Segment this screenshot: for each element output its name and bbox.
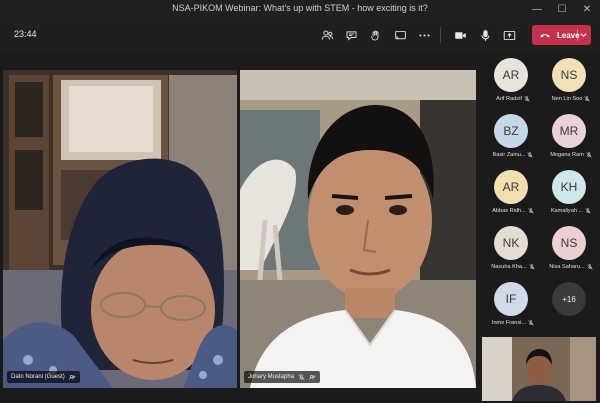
guest-icon — [69, 374, 75, 380]
muted-mic-icon — [528, 208, 534, 214]
camera-toggle-button[interactable] — [451, 26, 469, 44]
muted-mic-icon — [586, 152, 592, 158]
chat-icon — [346, 30, 356, 41]
muted-mic-icon — [585, 208, 591, 214]
participant-tile[interactable]: AR Abbas Ridh... — [484, 168, 542, 224]
participant-name: Dato Norani (Guest) — [11, 374, 65, 380]
share-tray-icon — [394, 30, 406, 39]
meeting-timer: 23:44 — [14, 29, 37, 39]
participant-tile[interactable]: NS Nen Lin Soo — [542, 56, 600, 112]
self-view-feed — [482, 337, 596, 401]
leave-button[interactable]: Leave — [532, 25, 591, 45]
avatar: NK — [494, 226, 528, 260]
participant-tile[interactable]: MR Mogana Ram — [542, 112, 600, 168]
participant-tile[interactable]: BZ Basir Zainu... — [484, 112, 542, 168]
avatar: AR — [494, 58, 528, 92]
avatar: AR — [494, 170, 528, 204]
microphone-toggle-button[interactable] — [476, 26, 494, 44]
microphone-icon — [481, 29, 489, 41]
muted-mic-icon — [587, 264, 593, 270]
participant-tile-name: Kamaliyah ... — [542, 208, 600, 214]
participant-tile-name: Nen Lin Soo — [542, 96, 600, 102]
participant-tile-name: Basir Zainu... — [484, 152, 542, 158]
more-participants-button[interactable]: +16 — [542, 280, 600, 336]
phone-hangup-icon — [540, 34, 550, 38]
muted-mic-icon — [529, 264, 535, 270]
chat-button[interactable] — [342, 26, 360, 44]
participant-tile[interactable]: AR Arif Radzif — [484, 56, 542, 112]
leave-options-button[interactable] — [577, 29, 587, 41]
more-participants-count: +16 — [552, 282, 586, 316]
reactions-button[interactable] — [366, 26, 384, 44]
reactions-icon — [370, 30, 378, 40]
participant-tile-name: Nasuha Kha... — [484, 264, 542, 270]
participant-tile-name: Mogana Ram — [542, 152, 600, 158]
participant-video-feed — [3, 70, 237, 388]
share-tray-button[interactable] — [391, 26, 409, 44]
muted-mic-icon — [298, 373, 305, 381]
participant-tile-name: Arif Radzif — [484, 96, 542, 102]
muted-mic-icon — [527, 152, 534, 158]
close-window-button[interactable]: ✕ — [576, 0, 598, 18]
participant-name-tag: Dato Norani (Guest) — [7, 371, 80, 383]
muted-mic-icon — [584, 96, 591, 102]
speaker-video-feed — [240, 70, 476, 388]
toolbar-divider — [440, 27, 441, 43]
avatar: NS — [552, 226, 586, 260]
chevron-down-icon — [580, 33, 587, 38]
avatar: NS — [552, 58, 586, 92]
video-tile-right[interactable]: Johary Mustapha — [240, 70, 476, 388]
participants-icon — [309, 374, 316, 380]
participant-tile-name: Inme Fransi... — [484, 320, 542, 326]
participant-tile[interactable]: IF Inme Fransi... — [484, 280, 542, 336]
participant-tile-name: Nisa Saharu... — [542, 264, 600, 270]
self-view-video[interactable] — [482, 337, 596, 401]
camera-icon — [454, 31, 466, 39]
speaker-name-tag: Johary Mustapha — [244, 371, 321, 383]
avatar: KH — [552, 170, 586, 204]
window-title: NSA-PIKOM Webinar: What's up with STEM -… — [172, 3, 428, 13]
avatar: IF — [494, 282, 528, 316]
window-title-bar: NSA-PIKOM Webinar: What's up with STEM -… — [0, 0, 600, 18]
video-tile-left[interactable]: Dato Norani (Guest) — [3, 70, 237, 388]
share-screen-icon — [503, 30, 515, 40]
muted-mic-icon — [528, 320, 534, 326]
more-actions-icon — [418, 33, 430, 37]
speaker-name: Johary Mustapha — [248, 374, 295, 380]
minimize-button[interactable]: — — [526, 0, 548, 18]
avatar: BZ — [494, 114, 528, 148]
participant-tile[interactable]: NS Nisa Saharu... — [542, 224, 600, 280]
participants-icon — [321, 30, 333, 40]
participant-tile[interactable]: NK Nasuha Kha... — [484, 224, 542, 280]
participant-tile-name: Abbas Ridh... — [484, 208, 542, 214]
participant-tile[interactable]: KH Kamaliyah ... — [542, 168, 600, 224]
more-actions-button[interactable] — [415, 26, 433, 44]
meeting-toolbar: 23:44 Leave — [0, 18, 600, 52]
participants-button[interactable] — [318, 26, 336, 44]
maximize-button[interactable]: ☐ — [551, 0, 573, 18]
muted-mic-icon — [524, 96, 530, 102]
share-screen-button[interactable] — [500, 26, 518, 44]
avatar: MR — [552, 114, 586, 148]
